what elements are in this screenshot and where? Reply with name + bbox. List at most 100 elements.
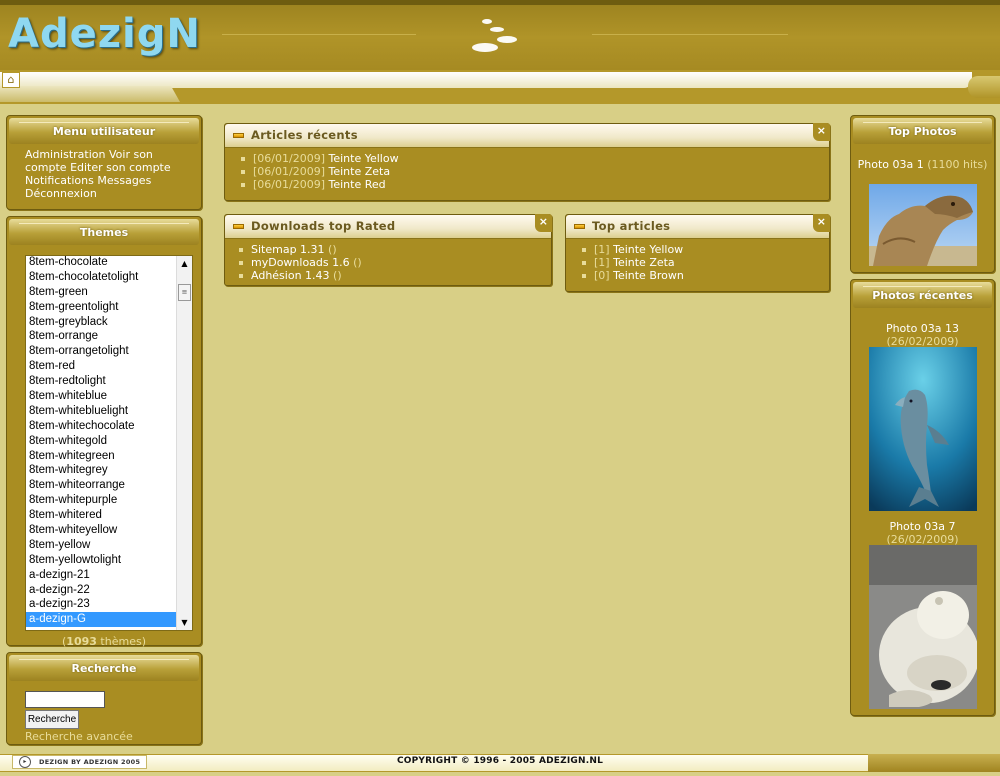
theme-option[interactable]: 8tem-greentolight bbox=[26, 300, 178, 315]
download-rating: () bbox=[328, 243, 337, 256]
search-button[interactable]: Recherche bbox=[25, 710, 79, 729]
theme-option[interactable]: a-dezign-23 bbox=[26, 597, 178, 612]
article-link[interactable]: Teinte Brown bbox=[613, 269, 684, 282]
top-articles-title-bar: Top articles × bbox=[566, 214, 830, 239]
themes-listbox[interactable]: 8tem-chocolate 8tem-chocolatetolight 8tem-… bbox=[25, 255, 193, 631]
article-link[interactable]: Teinte Yellow bbox=[328, 152, 398, 165]
article-link[interactable]: Teinte Red bbox=[328, 178, 385, 191]
site-logo[interactable]: AdezigN bbox=[8, 11, 201, 57]
theme-option[interactable]: 8tem-whitepurple bbox=[26, 493, 178, 508]
photo-title[interactable]: Photo 03a 13 bbox=[886, 322, 959, 335]
theme-option[interactable]: 8tem-orrange bbox=[26, 329, 178, 344]
menu-link-editer-compte[interactable]: Editer son compte bbox=[70, 161, 171, 174]
close-icon[interactable]: × bbox=[813, 214, 830, 232]
recent-photos-title-bar: Photos récentes bbox=[853, 282, 992, 308]
nav-right-cap bbox=[968, 76, 1000, 98]
theme-option[interactable]: 8tem-whitegrey bbox=[26, 463, 178, 478]
recent-articles-title-bar: Articles récents × bbox=[225, 123, 830, 148]
header-divider-left bbox=[222, 34, 416, 35]
theme-option[interactable]: a-dezign-22 bbox=[26, 583, 178, 598]
top-photos-title-bar: Top Photos bbox=[853, 118, 992, 144]
close-icon[interactable]: × bbox=[535, 214, 552, 232]
collapse-icon[interactable] bbox=[233, 224, 244, 229]
user-menu-block: Menu utilisateur Administration Voir son… bbox=[6, 115, 202, 210]
list-item: [1] Teinte Yellow bbox=[582, 243, 829, 256]
recent-photos-block: Photos récentes Photo 03a 13 (26/02/2009… bbox=[850, 279, 995, 716]
article-date: [06/01/2009] bbox=[253, 165, 325, 178]
theme-option[interactable]: 8tem-whitechocolate bbox=[26, 419, 178, 434]
downloads-title: Downloads top Rated bbox=[251, 219, 396, 233]
theme-option[interactable]: 8tem-yellow bbox=[26, 538, 178, 553]
list-item: [06/01/2009] Teinte Zeta bbox=[241, 165, 829, 178]
theme-option[interactable]: 8tem-redtolight bbox=[26, 374, 178, 389]
themes-count-number: 1093 bbox=[66, 635, 97, 648]
themes-items: 8tem-chocolate 8tem-chocolatetolight 8tem-… bbox=[26, 256, 178, 628]
themes-count: (1093 thèmes) bbox=[62, 635, 146, 648]
polar-bear-photo[interactable] bbox=[869, 545, 977, 709]
downloads-list: Sitemap 1.31 () myDownloads 1.6 () Adhés… bbox=[225, 239, 551, 282]
nav-tab bbox=[0, 86, 180, 102]
recent-articles-title: Articles récents bbox=[251, 128, 358, 142]
top-articles-list: [1] Teinte Yellow [1] Teinte Zeta [0] Te… bbox=[566, 239, 829, 282]
theme-option[interactable]: 8tem-greyblack bbox=[26, 315, 178, 330]
nav-strip bbox=[0, 72, 972, 88]
advanced-search-link[interactable]: Recherche avancée bbox=[25, 730, 133, 743]
menu-link-notifications[interactable]: Notifications bbox=[25, 174, 94, 187]
article-link[interactable]: Teinte Zeta bbox=[613, 256, 675, 269]
scroll-down-arrow-icon[interactable]: ▼ bbox=[177, 615, 192, 630]
camel-photo[interactable] bbox=[869, 184, 977, 266]
search-input[interactable] bbox=[25, 691, 105, 708]
theme-option[interactable]: 8tem-whitebluelight bbox=[26, 404, 178, 419]
collapse-icon[interactable] bbox=[233, 133, 244, 138]
themes-scrollbar[interactable]: ▲ ≡ ▼ bbox=[176, 256, 192, 630]
download-link[interactable]: Adhésion 1.43 bbox=[251, 269, 330, 282]
download-rating: () bbox=[333, 269, 342, 282]
theme-option[interactable]: a-dezign-G bbox=[26, 612, 178, 628]
list-item: Sitemap 1.31 () bbox=[239, 243, 551, 256]
theme-option[interactable]: 8tem-yellowtolight bbox=[26, 553, 178, 568]
list-item: Adhésion 1.43 () bbox=[239, 269, 551, 282]
theme-option[interactable]: 8tem-whitegold bbox=[26, 434, 178, 449]
article-count: [1] bbox=[594, 243, 610, 256]
close-icon[interactable]: × bbox=[813, 123, 830, 141]
menu-link-deconnexion[interactable]: Déconnexion bbox=[25, 187, 97, 200]
menu-link-messages[interactable]: Messages bbox=[97, 174, 151, 187]
photo-title[interactable]: Photo 03a 7 bbox=[889, 520, 955, 533]
theme-option[interactable]: 8tem-whiteorrange bbox=[26, 478, 178, 493]
theme-option[interactable]: 8tem-whiteblue bbox=[26, 389, 178, 404]
theme-option[interactable]: 8tem-green bbox=[26, 285, 178, 300]
themes-title-bar: Themes bbox=[9, 219, 199, 245]
download-link[interactable]: Sitemap 1.31 bbox=[251, 243, 325, 256]
user-menu-links: Administration Voir son compte Editer so… bbox=[7, 144, 201, 200]
theme-option[interactable]: 8tem-chocolatetolight bbox=[26, 270, 178, 285]
download-rating: () bbox=[353, 256, 362, 269]
theme-option[interactable]: 8tem-chocolate bbox=[26, 256, 178, 270]
header-divider-right bbox=[592, 34, 788, 35]
download-link[interactable]: myDownloads 1.6 bbox=[251, 256, 350, 269]
search-block: Recherche Recherche Recherche avancée bbox=[6, 652, 202, 745]
recent-photos-title: Photos récentes bbox=[872, 289, 973, 302]
menu-link-administration[interactable]: Administration bbox=[25, 148, 106, 161]
scroll-thumb[interactable]: ≡ bbox=[178, 284, 191, 301]
themes-count-label: thèmes bbox=[100, 635, 142, 648]
theme-option[interactable]: a-dezign-21 bbox=[26, 568, 178, 583]
article-date: [06/01/2009] bbox=[253, 152, 325, 165]
home-icon[interactable]: ⌂ bbox=[2, 72, 20, 88]
theme-option[interactable]: 8tem-orrangetolight bbox=[26, 344, 178, 359]
nav-bar: ⌂ bbox=[0, 70, 1000, 104]
header: AdezigN bbox=[0, 0, 1000, 70]
scroll-up-arrow-icon[interactable]: ▲ bbox=[177, 256, 192, 271]
top-photos-title: Top Photos bbox=[888, 125, 957, 138]
dolphin-photo[interactable] bbox=[869, 347, 977, 511]
photo-title[interactable]: Photo 03a 1 bbox=[858, 158, 924, 171]
article-link[interactable]: Teinte Yellow bbox=[613, 243, 683, 256]
article-date: [06/01/2009] bbox=[253, 178, 325, 191]
collapse-icon[interactable] bbox=[574, 224, 585, 229]
recent-articles-block: Articles récents × [06/01/2009] Teinte Y… bbox=[224, 123, 830, 201]
footer-copyright: COPYRIGHT © 1996 - 2005 ADEZIGN.NL bbox=[396, 756, 604, 766]
theme-option[interactable]: 8tem-whitered bbox=[26, 508, 178, 523]
theme-option[interactable]: 8tem-red bbox=[26, 359, 178, 374]
theme-option[interactable]: 8tem-whiteyellow bbox=[26, 523, 178, 538]
theme-option[interactable]: 8tem-whitegreen bbox=[26, 449, 178, 464]
article-link[interactable]: Teinte Zeta bbox=[328, 165, 390, 178]
